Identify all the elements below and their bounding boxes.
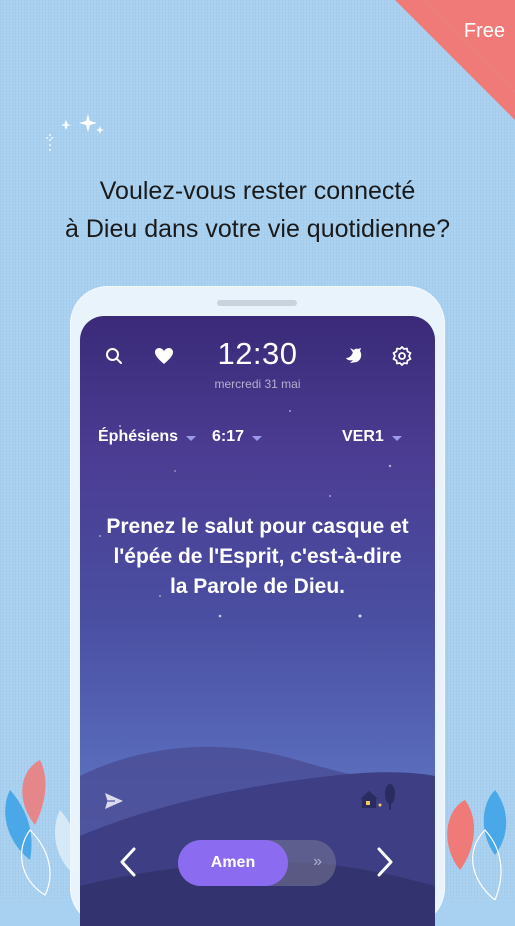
version-selector[interactable]: VER1	[342, 428, 402, 446]
free-badge-shape	[395, 0, 515, 120]
settings-button[interactable]	[388, 342, 416, 370]
dove-icon	[346, 348, 362, 363]
send-icon	[105, 793, 123, 809]
phone-screen: 12:30 mercredi 31 mai Éphésiens 6:17 VER…	[80, 316, 435, 926]
verse-line-3: la Parole de Dieu.	[169, 575, 346, 598]
leaf-decoration-left	[5, 760, 79, 896]
free-badge: Free	[395, 0, 515, 120]
headline-line-1: Voulez-vous rester connecté	[99, 177, 416, 205]
chevron-left-icon	[120, 847, 136, 877]
amen-hint: »	[313, 853, 322, 870]
amen-button[interactable]: Amen	[178, 840, 288, 886]
caret-down-icon	[186, 435, 197, 441]
share-button[interactable]	[104, 792, 124, 815]
verse-selector-row: Éphésiens 6:17 VER1	[80, 428, 435, 452]
book-selector-label: Éphésiens	[98, 428, 179, 445]
verse-line-1: Prenez le salut pour casque et	[106, 515, 409, 538]
version-label: VER1	[342, 428, 384, 445]
caret-down-icon	[391, 435, 402, 441]
phone-speaker	[217, 300, 297, 306]
top-bar: 12:30 mercredi 31 mai	[80, 332, 435, 392]
previous-verse-button[interactable]	[118, 846, 138, 883]
headline: Voulez-vous rester connecté à Dieu dans …	[0, 172, 515, 248]
clock-time: 12:30	[217, 336, 298, 371]
book-selector[interactable]: Éphésiens	[98, 428, 197, 446]
caret-down-icon	[252, 435, 263, 441]
headline-line-2: à Dieu dans votre vie quotidienne?	[65, 215, 450, 243]
dove-button[interactable]	[342, 342, 370, 370]
amen-slider[interactable]: Amen »	[178, 840, 336, 886]
verse-text: Prenez le salut pour casque et l'épée de…	[80, 512, 435, 602]
verse-line-2: l'épée de l'Esprit, c'est-à-dire	[113, 545, 402, 568]
next-verse-button[interactable]	[375, 846, 395, 883]
chapter-verse-label: 6:17	[212, 428, 245, 445]
phone-mockup: 12:30 mercredi 31 mai Éphésiens 6:17 VER…	[70, 286, 445, 926]
sparkles-icon	[46, 114, 104, 152]
leaf-decoration-right	[447, 790, 507, 900]
chevron-right-icon	[377, 847, 393, 877]
gear-icon	[392, 346, 412, 366]
hills-illustration	[80, 746, 435, 926]
chapter-verse-selector[interactable]: 6:17	[212, 428, 263, 446]
clock-date: mercredi 31 mai	[214, 377, 301, 391]
free-badge-label: Free	[463, 20, 505, 42]
